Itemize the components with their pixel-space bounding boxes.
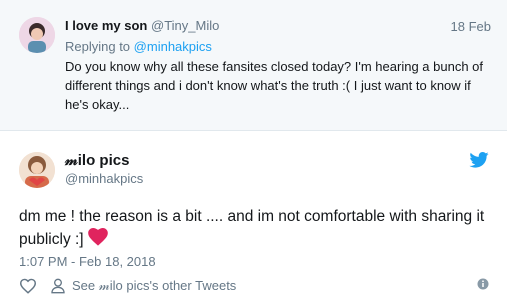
info-icon[interactable] [477,278,489,290]
tweet-actions: See 𝓂ilo pics's other Tweets [19,277,236,295]
twitter-bird-icon[interactable] [469,152,489,168]
profile-icon [51,278,65,294]
parent-tweet: I love my son @Tiny_Milo 18 Feb Replying… [0,0,507,131]
replying-to-link[interactable]: @minhakpics [134,39,212,54]
reply-text: Do you know why all these fansites close… [65,59,483,112]
reply-author: I love my son @Tiny_Milo [65,18,219,33]
replying-to: Replying to @minhakpics [65,39,212,54]
reply-author-handle[interactable]: @Tiny_Milo [151,18,219,33]
like-icon[interactable] [19,278,37,294]
heart-icon [88,228,108,246]
tweet-author-handle[interactable]: @minhakpics [65,171,143,186]
other-tweets-link[interactable]: See 𝓂ilo pics's other Tweets [72,278,236,294]
tweet-text: dm me ! the reason is a bit .... and im … [19,205,489,251]
tweet-avatar[interactable] [19,152,55,188]
reply-author-name[interactable]: I love my son [65,18,147,33]
reply-date[interactable]: 18 Feb [451,19,491,34]
tweet-timestamp[interactable]: 1:07 PM - Feb 18, 2018 [19,254,156,269]
reply-avatar[interactable] [19,17,55,53]
replying-prefix: Replying to [65,39,131,54]
tweet-author-name[interactable]: 𝓂ilo pics [65,152,129,169]
